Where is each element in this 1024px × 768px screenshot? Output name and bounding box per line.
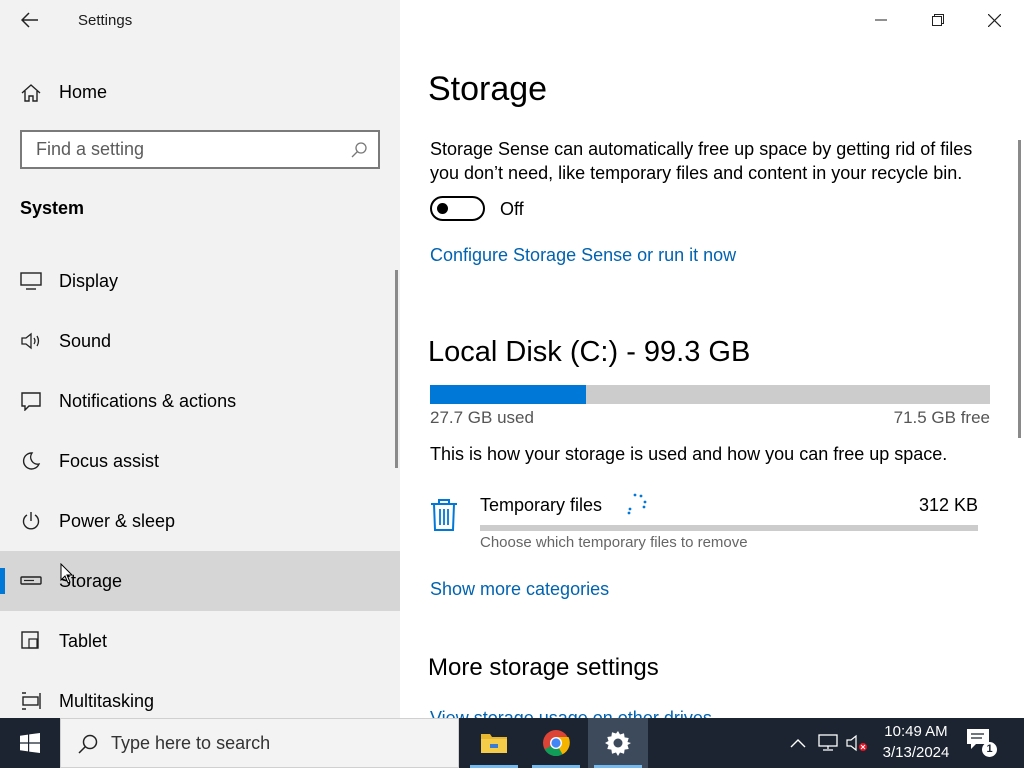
category-subtitle: Choose which temporary files to remove [480, 534, 748, 551]
sidebar-item-label: Notifications & actions [59, 391, 237, 411]
sidebar-item-notifications[interactable]: Notifications & actions [0, 371, 400, 431]
windows-logo-icon [20, 733, 40, 753]
chrome-icon [543, 730, 570, 757]
sidebar-item-home[interactable]: Home [0, 72, 400, 112]
network-tray-button[interactable] [817, 732, 839, 754]
loading-spinner-icon [627, 493, 647, 515]
sidebar-item-label: Power & sleep [59, 511, 176, 531]
taskbar-app-file-explorer[interactable] [464, 718, 524, 768]
sidebar-scrollbar[interactable] [395, 270, 398, 468]
file-explorer-icon [481, 734, 507, 753]
category-size: 312 KB [918, 495, 978, 515]
volume-tray-button[interactable] [846, 732, 868, 754]
show-more-categories-link[interactable]: Show more categories [430, 579, 609, 600]
settings-sidebar: Settings Home System Display Sound Notif… [0, 0, 400, 718]
configure-storage-sense-link[interactable]: Configure Storage Sense or run it now [430, 245, 736, 266]
sidebar-item-multitasking[interactable]: Multitasking [0, 671, 400, 718]
power-icon [22, 512, 40, 530]
disk-usage-fill [430, 385, 587, 404]
sidebar-item-label: Sound [59, 331, 112, 351]
back-arrow-icon [21, 12, 38, 28]
free-space-label: 71.5 GB free [893, 408, 990, 427]
sidebar-item-sound[interactable]: Sound [0, 311, 400, 371]
search-icon[interactable] [350, 141, 368, 159]
toggle-knob [437, 203, 448, 214]
taskbar: Type here to search 10:49 AM 3/13/2024 1 [0, 718, 1024, 768]
category-usage-bar [480, 525, 978, 531]
search-icon [78, 734, 98, 754]
clock-time: 10:49 AM [884, 723, 948, 740]
moon-icon [22, 452, 41, 470]
sidebar-item-label: Home [59, 82, 108, 102]
page-title: Storage [428, 70, 548, 108]
usage-description: This is how your storage is used and how… [430, 444, 948, 464]
view-other-drives-link[interactable]: View storage usage on other drives [430, 708, 712, 718]
storage-sense-description: Storage Sense can automatically free up … [430, 139, 973, 183]
sidebar-item-label: Tablet [59, 631, 108, 651]
action-center-button[interactable]: 1 [966, 728, 1002, 758]
trash-icon [431, 499, 457, 531]
display-icon [20, 272, 42, 290]
sidebar-item-focus-assist[interactable]: Focus assist [0, 431, 400, 491]
drive-icon [20, 576, 42, 585]
back-button[interactable] [14, 6, 46, 34]
category-temporary-files[interactable]: Temporary files 312 KB Choose which temp… [430, 490, 990, 560]
taskbar-clock[interactable]: 10:49 AM 3/13/2024 [872, 721, 960, 763]
used-space-label: 27.7 GB used [430, 408, 534, 427]
taskbar-app-settings[interactable] [588, 718, 648, 768]
notification-icon [21, 392, 41, 411]
disk-usage-bar [430, 385, 990, 404]
sidebar-item-display[interactable]: Display [0, 251, 400, 311]
speaker-icon [21, 332, 40, 350]
taskbar-search-box[interactable]: Type here to search [60, 718, 459, 768]
chevron-up-icon [790, 739, 806, 748]
more-storage-settings-heading: More storage settings [428, 654, 659, 681]
selection-indicator [0, 568, 5, 594]
main-scrollbar[interactable] [1018, 140, 1021, 438]
section-heading: System [20, 198, 85, 218]
show-hidden-icons-button[interactable] [787, 732, 809, 754]
sidebar-item-label: Display [59, 271, 119, 291]
network-icon [818, 734, 838, 751]
tablet-icon [21, 631, 39, 649]
app-title: Settings [78, 12, 133, 29]
disk-title: Local Disk (C:) - 99.3 GB [428, 336, 751, 368]
sidebar-item-label: Multitasking [59, 691, 155, 711]
toggle-state-label: Off [500, 199, 524, 219]
find-setting-input[interactable] [22, 132, 332, 167]
clock-date: 3/13/2024 [882, 744, 950, 761]
sidebar-item-power-sleep[interactable]: Power & sleep [0, 491, 400, 551]
start-button[interactable] [0, 718, 60, 768]
storage-page: Storage Storage Sense can automatically … [400, 0, 1024, 718]
taskbar-search-placeholder: Type here to search [111, 733, 271, 753]
taskbar-app-chrome[interactable] [526, 718, 586, 768]
mouse-pointer-icon [60, 563, 74, 584]
notification-count-badge: 1 [982, 742, 997, 757]
storage-sense-toggle[interactable] [430, 196, 485, 221]
sidebar-item-tablet[interactable]: Tablet [0, 611, 400, 671]
sidebar-item-label: Focus assist [59, 451, 160, 471]
settings-icon [605, 731, 631, 756]
category-name: Temporary files [480, 495, 603, 515]
multitasking-icon [22, 692, 41, 710]
find-setting-box [20, 130, 380, 169]
home-icon [21, 84, 41, 102]
volume-muted-icon [846, 734, 867, 752]
